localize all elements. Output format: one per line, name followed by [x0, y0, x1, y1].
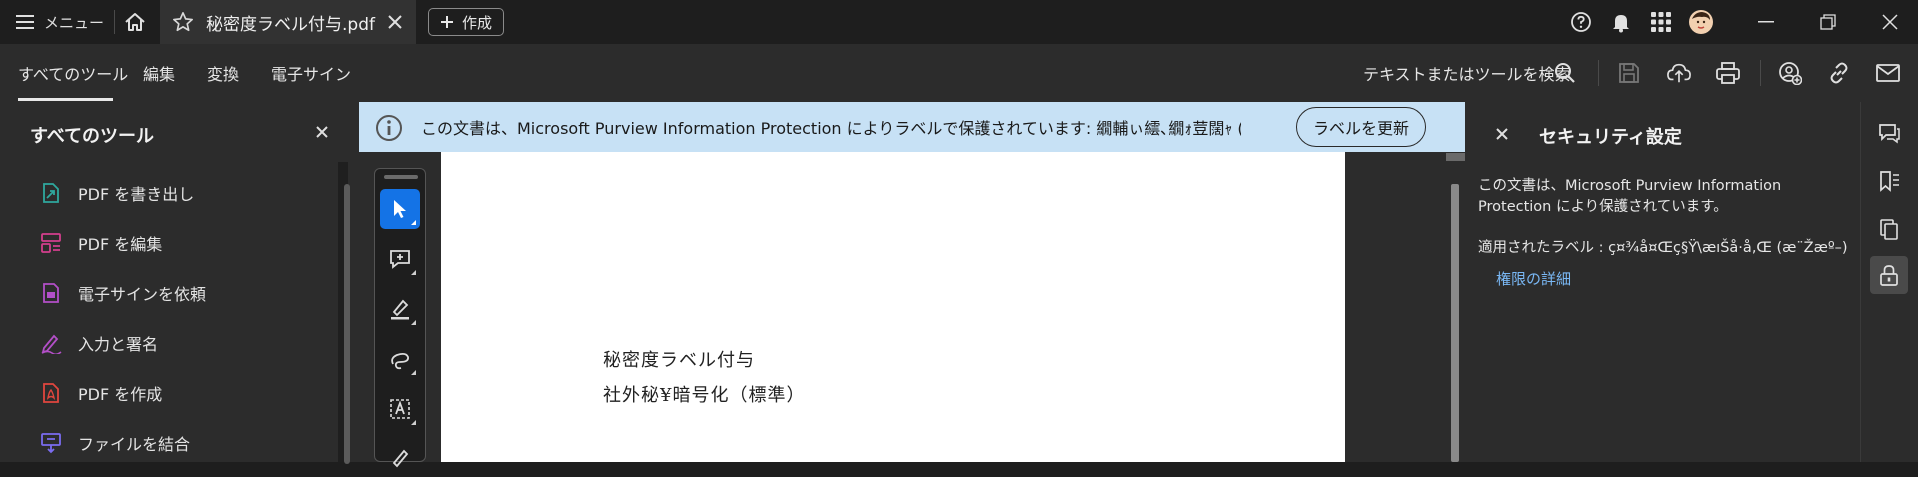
pen-icon[interactable] — [380, 437, 420, 477]
print-icon[interactable] — [1716, 61, 1740, 85]
comment-icon[interactable] — [1870, 114, 1908, 152]
export-pdf-icon — [40, 182, 62, 204]
upload-icon[interactable] — [1667, 61, 1691, 85]
title-bar: メニュー 秘密度ラベル付与.pdf (... 作成 — [0, 0, 1918, 44]
avatar[interactable] — [1689, 10, 1713, 34]
info-icon — [375, 114, 403, 142]
tab-all-tools[interactable]: すべてのツール — [18, 44, 128, 102]
share-user-icon[interactable] — [1778, 61, 1802, 85]
quick-tools-bar — [374, 168, 426, 468]
tool-label: PDF を編集 — [78, 235, 163, 254]
active-tab-indicator — [18, 98, 113, 101]
draw-icon[interactable] — [380, 339, 420, 379]
permission-details-link[interactable]: 権限の詳細 — [1496, 268, 1571, 289]
all-tools-panel: すべてのツール PDF を書き出し PDF を編集 電子サインを依頼 入力と署名… — [0, 102, 359, 464]
tab-label: すべてのツール — [18, 65, 129, 84]
pdf-page: 秘密度ラベル付与 社外秘¥暗号化（標準） — [441, 152, 1345, 462]
tool-label: 電子サインを依頼 — [78, 285, 207, 304]
document-tab[interactable]: 秘密度ラベル付与.pdf (... — [160, 0, 416, 44]
home-button[interactable] — [122, 0, 148, 44]
tool-label: PDF を書き出し — [78, 185, 195, 204]
plus-icon — [440, 15, 454, 29]
combine-files-icon — [40, 432, 62, 454]
add-comment-icon[interactable] — [380, 239, 420, 279]
create-label: 作成 — [461, 13, 492, 32]
tool-fill-and-sign[interactable]: 入力と署名 — [40, 328, 158, 358]
tab-e-sign[interactable]: 電子サイン — [271, 44, 351, 102]
apps-grid-icon[interactable] — [1649, 10, 1673, 34]
tool-label: ファイルを結合 — [78, 435, 191, 454]
protection-description: この文書は、Microsoft Purview Information Prot… — [1478, 178, 1782, 215]
fill-sign-icon — [40, 332, 62, 354]
link-icon[interactable] — [1827, 61, 1851, 85]
close-icon[interactable] — [316, 126, 328, 138]
home-icon — [124, 12, 146, 32]
help-icon[interactable] — [1569, 10, 1593, 34]
save-icon[interactable] — [1617, 61, 1641, 85]
divider — [1760, 60, 1761, 86]
select-cursor-icon[interactable] — [380, 189, 420, 229]
banner-message: この文書は、Microsoft Purview Information Prot… — [421, 119, 1241, 138]
tool-label: 入力と署名 — [78, 335, 159, 354]
mail-icon[interactable] — [1876, 61, 1900, 85]
panel-title: セキュリティ設定 — [1539, 127, 1682, 148]
tool-label: PDF を作成 — [78, 385, 163, 404]
applied-label: 適用されたラベル : ç¤¾å¤Œç§Ÿ\æıŠå·å‚Œ (æ¨Žæº–) — [1478, 240, 1848, 256]
scroll-up-button[interactable] — [1446, 153, 1465, 161]
create-pdf-icon — [40, 382, 62, 404]
text-select-icon[interactable] — [380, 389, 420, 429]
tool-export-pdf[interactable]: PDF を書き出し — [40, 178, 194, 208]
menu-label: メニュー — [44, 13, 105, 32]
hamburger-icon — [16, 15, 34, 29]
bookmark-icon[interactable] — [1870, 162, 1908, 200]
tab-title: 秘密度ラベル付与.pdf (... — [206, 14, 378, 35]
search-icon[interactable] — [1553, 61, 1577, 85]
restore-icon[interactable] — [1816, 10, 1840, 34]
right-rail — [1860, 102, 1918, 462]
highlight-icon[interactable] — [380, 289, 420, 329]
document-viewer: 秘密度ラベル付与 社外秘¥暗号化（標準） — [359, 152, 1465, 468]
scrollbar-thumb[interactable] — [1451, 184, 1459, 462]
divider — [1598, 60, 1599, 86]
close-icon[interactable] — [388, 15, 402, 29]
document-text-line: 社外秘¥暗号化（標準） — [603, 385, 806, 406]
protection-info-banner: この文書は、Microsoft Purview Information Prot… — [359, 102, 1465, 152]
bell-icon[interactable] — [1609, 10, 1633, 34]
tool-edit-pdf[interactable]: PDF を編集 — [40, 228, 162, 258]
tab-label: 電子サイン — [271, 65, 352, 84]
security-lock-icon[interactable] — [1870, 256, 1908, 294]
close-window-icon[interactable] — [1878, 10, 1902, 34]
scrollbar-thumb[interactable] — [344, 184, 350, 464]
tool-request-signature[interactable]: 電子サインを依頼 — [40, 278, 206, 308]
tool-create-pdf[interactable]: PDF を作成 — [40, 378, 162, 408]
update-label-button[interactable]: ラベルを更新 — [1296, 107, 1426, 147]
tab-edit[interactable]: 編集 — [143, 44, 175, 102]
panel-title: すべてのツール — [30, 126, 155, 147]
security-settings-panel: セキュリティ設定 この文書は、Microsoft Purview Informa… — [1465, 102, 1860, 462]
menu-button[interactable]: メニュー — [16, 0, 104, 44]
tab-convert[interactable]: 変換 — [207, 44, 239, 102]
edit-pdf-icon — [40, 232, 62, 254]
pages-icon[interactable] — [1870, 210, 1908, 248]
tool-navigation-bar: すべてのツール 編集 変換 電子サイン テキストまたはツールを検索 — [0, 44, 1918, 102]
tab-label: 変換 — [207, 65, 240, 84]
star-icon[interactable] — [172, 11, 194, 33]
request-signature-icon — [40, 282, 62, 304]
search-tools-field[interactable]: テキストまたはツールを検索 — [1363, 44, 1571, 102]
minimize-icon[interactable] — [1754, 10, 1778, 34]
document-text-line: 秘密度ラベル付与 — [603, 350, 755, 371]
close-icon[interactable] — [1496, 128, 1508, 140]
tab-label: 編集 — [143, 65, 176, 84]
drag-handle[interactable] — [384, 175, 418, 179]
create-button[interactable]: 作成 — [428, 8, 504, 36]
divider — [114, 10, 115, 34]
tool-combine-files[interactable]: ファイルを結合 — [40, 428, 190, 458]
